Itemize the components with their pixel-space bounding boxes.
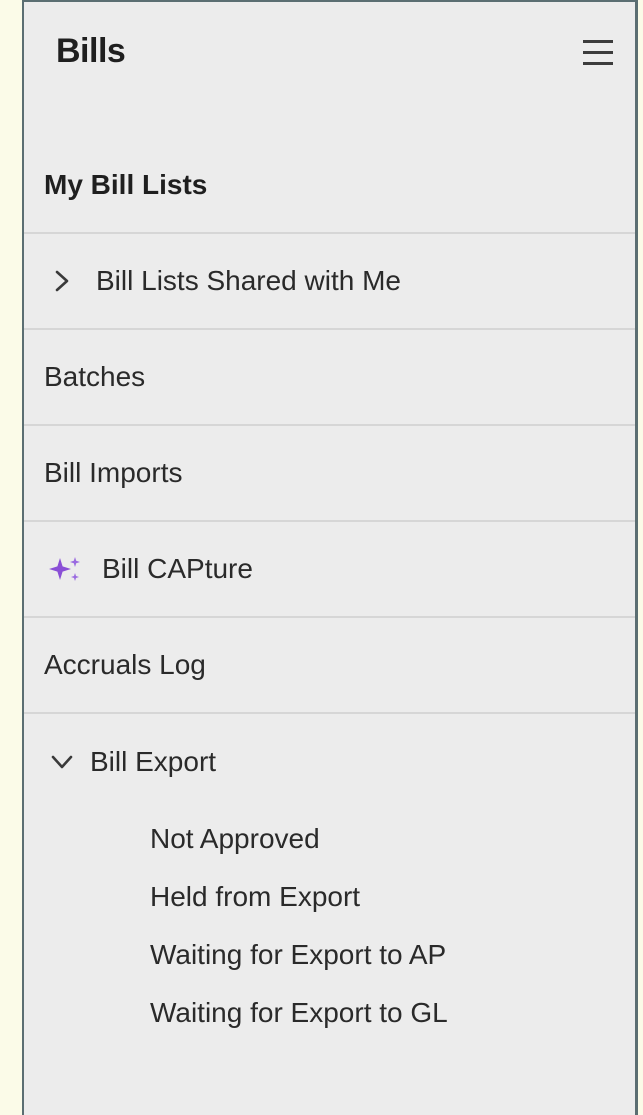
hamburger-menu-icon[interactable] [583,38,613,68]
nav-item-bill-export[interactable]: Bill Export [24,714,635,810]
sub-item-waiting-export-ap[interactable]: Waiting for Export to AP [24,926,635,984]
nav-item-label: Accruals Log [44,649,206,680]
sub-item-held-from-export[interactable]: Held from Export [24,868,635,926]
nav-item-label: Bill Imports [44,457,183,488]
sub-item-label: Held from Export [150,881,361,912]
nav-item-my-bill-lists[interactable]: My Bill Lists [24,138,635,234]
panel-header: Bills [24,2,635,112]
chevron-down-icon[interactable] [48,748,76,776]
sparkle-icon [49,557,80,581]
chevron-right-icon[interactable] [48,267,76,295]
sub-item-label: Waiting for Export to GL [150,997,448,1028]
nav-item-label: Bill Lists Shared with Me [96,265,402,296]
sub-item-label: Waiting for Export to AP [150,939,447,970]
page-title: Bills [56,32,126,70]
nav-group-bill-export: Bill Export Not Approved Held from Expor… [24,714,635,1042]
nav-item-bill-imports[interactable]: Bill Imports [24,426,635,522]
nav-item-batches[interactable]: Batches [24,330,635,426]
bills-nav-panel: Bills My Bill Lists Bill Lists Shared wi… [22,0,638,1115]
sub-item-not-approved[interactable]: Not Approved [24,810,635,868]
nav-item-bill-lists-shared[interactable]: Bill Lists Shared with Me [24,234,635,330]
nav-item-bill-capture[interactable]: Bill CAPture [24,522,635,618]
nav-item-label: Bill CAPture [102,553,253,584]
nav-item-accruals-log[interactable]: Accruals Log [24,618,635,714]
nav-item-label: My Bill Lists [44,169,208,200]
bills-nav-list: My Bill Lists Bill Lists Shared with Me … [24,138,635,1042]
sub-item-label: Not Approved [150,823,320,854]
nav-item-label: Bill Export [90,746,217,777]
nav-item-label: Batches [44,361,146,392]
sub-item-waiting-export-gl[interactable]: Waiting for Export to GL [24,984,635,1042]
